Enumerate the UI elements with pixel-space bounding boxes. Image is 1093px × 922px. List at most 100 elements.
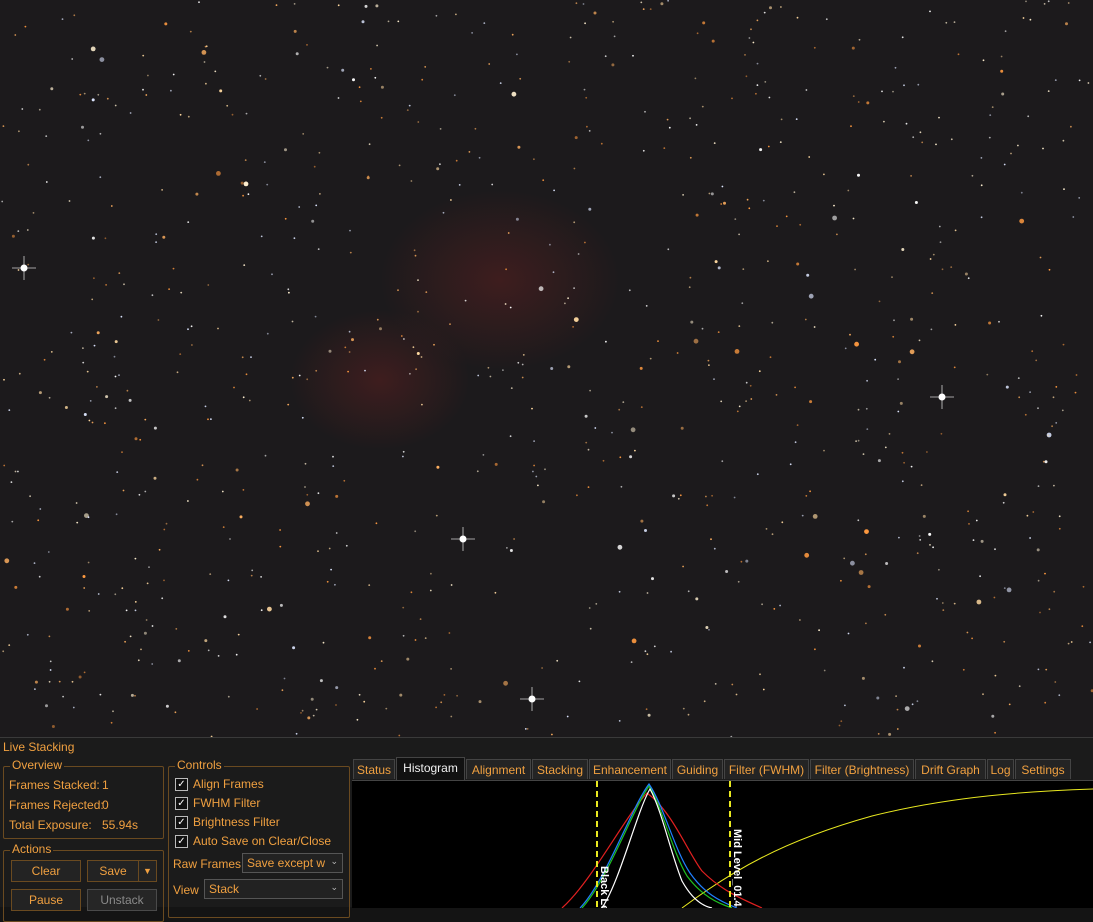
star [738, 405, 741, 408]
star [17, 230, 20, 233]
star [120, 315, 123, 318]
tab-settings[interactable]: Settings [1015, 759, 1071, 779]
star [332, 455, 334, 458]
raw-frames-select[interactable]: Save except w ⌄ [242, 853, 343, 873]
star [885, 562, 889, 565]
star [524, 728, 527, 730]
tab-histogram[interactable]: Histogram [396, 757, 465, 780]
save-button[interactable]: Save [87, 860, 139, 882]
view-select[interactable]: Stack ⌄ [204, 879, 343, 899]
star [118, 374, 120, 376]
star [1042, 147, 1044, 150]
tab-log[interactable]: Log [987, 759, 1014, 779]
auto-save-checkbox[interactable]: ✓ [175, 835, 188, 848]
star [1048, 608, 1051, 611]
star [617, 544, 623, 550]
star [24, 25, 27, 28]
star [121, 451, 123, 453]
star [1035, 359, 1038, 362]
star [618, 590, 621, 593]
star [301, 416, 304, 419]
star [850, 125, 852, 128]
star [935, 143, 937, 146]
star [142, 54, 145, 57]
star [769, 6, 772, 10]
star [1052, 396, 1055, 399]
star [464, 299, 467, 302]
star [18, 130, 20, 133]
histogram-plot[interactable]: Black Le Mid Level_01.4 [352, 780, 1093, 911]
pause-button[interactable]: Pause [11, 889, 81, 911]
tab-stacking[interactable]: Stacking [532, 759, 588, 779]
brightness-filter-checkbox[interactable]: ✓ [175, 816, 188, 829]
tab-alignment[interactable]: Alignment [466, 759, 531, 779]
star [832, 215, 837, 221]
star [702, 21, 706, 25]
star [1036, 548, 1040, 552]
star [137, 659, 140, 662]
star [954, 229, 957, 232]
star [187, 328, 189, 331]
star [971, 637, 973, 640]
star [248, 399, 251, 402]
star [964, 272, 968, 276]
star [356, 718, 359, 721]
star [986, 373, 989, 376]
star [537, 484, 539, 487]
fwhm-filter-checkbox[interactable]: ✓ [175, 797, 188, 810]
star [219, 89, 223, 93]
star [796, 262, 800, 266]
star [1045, 668, 1048, 671]
star [894, 66, 897, 69]
tab-guiding[interactable]: Guiding [672, 759, 723, 779]
clear-button[interactable]: Clear [11, 860, 81, 882]
star [288, 291, 290, 294]
star [76, 521, 79, 524]
star [929, 544, 931, 546]
star [941, 268, 944, 271]
star [420, 356, 423, 358]
star [941, 602, 944, 604]
star [204, 639, 208, 643]
star [744, 54, 746, 56]
star [541, 667, 543, 669]
view-label: View [173, 883, 199, 897]
star [412, 346, 415, 349]
star [146, 582, 149, 585]
histogram-graph: Black Le Mid Level_01.4 [561, 781, 1093, 911]
star [967, 277, 970, 280]
star [711, 494, 713, 497]
tab-enhancement[interactable]: Enhancement [589, 759, 671, 779]
star [550, 367, 554, 370]
unstack-button[interactable]: Unstack [87, 889, 157, 911]
star [735, 693, 738, 696]
star [91, 236, 95, 240]
star [589, 627, 592, 630]
save-dropdown-button[interactable]: ▼ [138, 860, 157, 882]
star [1078, 197, 1081, 199]
star [376, 44, 378, 47]
tab-filter-fwhm[interactable]: Filter (FWHM) [724, 759, 809, 779]
star [359, 100, 362, 103]
star [341, 68, 345, 72]
star [144, 418, 147, 421]
star [50, 87, 54, 91]
align-frames-checkbox[interactable]: ✓ [175, 778, 188, 791]
stacked-image-view[interactable] [0, 0, 1093, 737]
star [380, 116, 383, 119]
star [456, 694, 458, 697]
star [37, 519, 40, 522]
mid-level-label: Mid Level_01.4 [731, 829, 743, 908]
star [310, 697, 314, 701]
frames-stacked-value: 1 [102, 778, 109, 792]
star [865, 407, 868, 410]
tab-filter-brightness[interactable]: Filter (Brightness) [810, 759, 914, 779]
tab-status[interactable]: Status [353, 759, 395, 779]
tab-drift-graph[interactable]: Drift Graph [915, 759, 986, 779]
star [298, 374, 301, 377]
total-exposure-label: Total Exposure: [9, 818, 92, 832]
star [962, 668, 965, 671]
star [279, 603, 283, 607]
star [799, 619, 801, 621]
star [250, 574, 253, 577]
